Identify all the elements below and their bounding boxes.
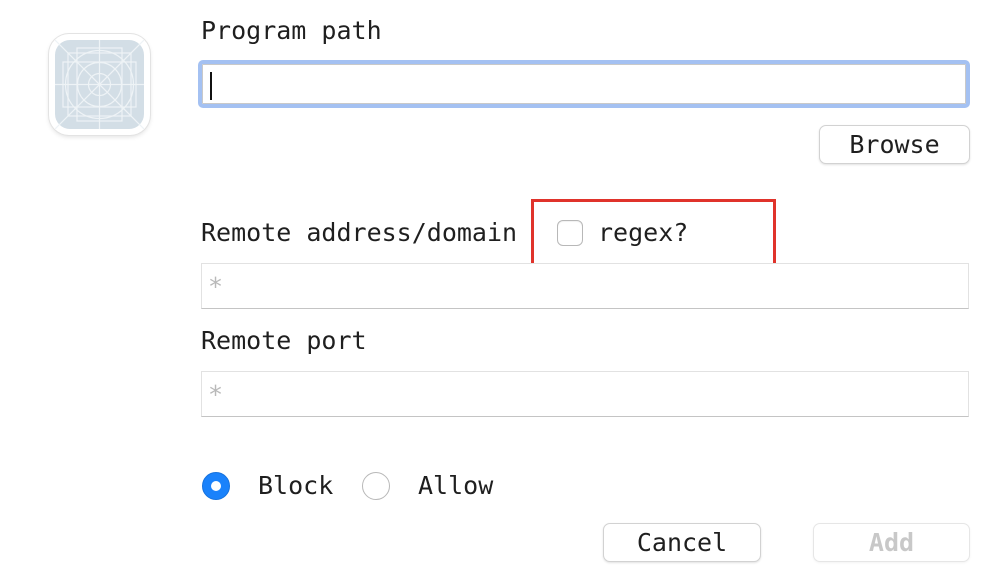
remote-address-input[interactable]: * [201,263,969,309]
block-radio[interactable] [202,472,230,500]
add-rule-dialog: Program path Browse Remote address/domai… [0,0,1002,574]
browse-button[interactable]: Browse [819,125,970,164]
program-path-label: Program path [201,16,382,45]
allow-radio[interactable] [362,472,390,500]
text-cursor [210,72,212,100]
app-placeholder-icon [49,34,150,135]
remote-port-input[interactable]: * [201,371,969,417]
add-button[interactable]: Add [813,523,970,562]
cancel-button[interactable]: Cancel [603,523,761,562]
remote-address-label: Remote address/domain [201,218,518,247]
block-label[interactable]: Block [258,471,333,501]
regex-checkbox[interactable] [557,220,583,246]
remote-address-placeholder: * [208,272,224,301]
program-path-input[interactable] [198,60,970,108]
allow-label[interactable]: Allow [418,471,493,501]
remote-port-placeholder: * [208,380,224,409]
remote-port-label: Remote port [201,326,367,355]
regex-label[interactable]: regex? [598,218,688,248]
